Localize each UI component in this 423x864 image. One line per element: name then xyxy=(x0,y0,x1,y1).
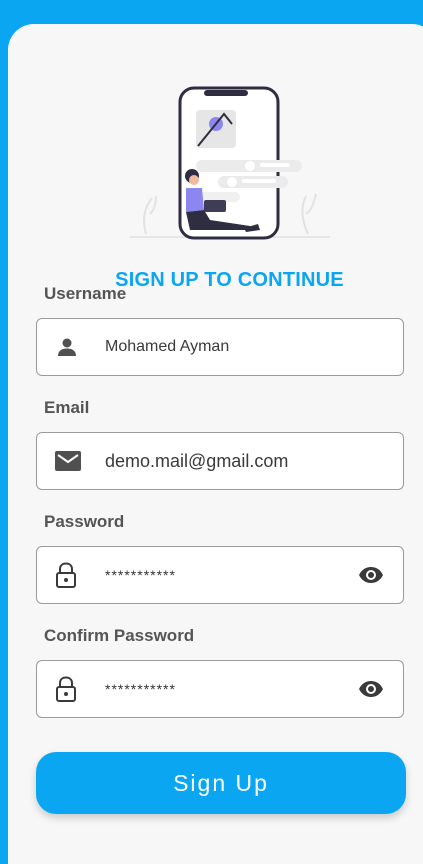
lock-icon xyxy=(55,562,91,588)
confirm-password-value[interactable]: *********** xyxy=(105,681,351,697)
eye-icon[interactable] xyxy=(351,680,391,698)
username-label: Username xyxy=(44,284,127,303)
mail-icon xyxy=(55,451,91,471)
sign-up-button[interactable]: Sign Up xyxy=(36,752,406,814)
username-value[interactable]: Mohamed Ayman xyxy=(105,338,403,356)
confirm-password-field[interactable]: *********** xyxy=(36,660,404,718)
lock-icon xyxy=(55,676,91,702)
confirm-password-label: Confirm Password xyxy=(44,626,195,645)
password-value[interactable]: *********** xyxy=(105,567,351,583)
password-field[interactable]: *********** xyxy=(36,546,404,604)
signup-illustration xyxy=(130,86,330,240)
password-label: Password xyxy=(44,512,125,531)
email-label: Email xyxy=(44,398,90,417)
email-value[interactable]: demo.mail@gmail.com xyxy=(105,451,403,472)
person-icon xyxy=(55,335,91,359)
email-field[interactable]: demo.mail@gmail.com xyxy=(36,432,404,490)
eye-icon[interactable] xyxy=(351,566,391,584)
username-field[interactable]: Mohamed Ayman xyxy=(36,318,404,376)
